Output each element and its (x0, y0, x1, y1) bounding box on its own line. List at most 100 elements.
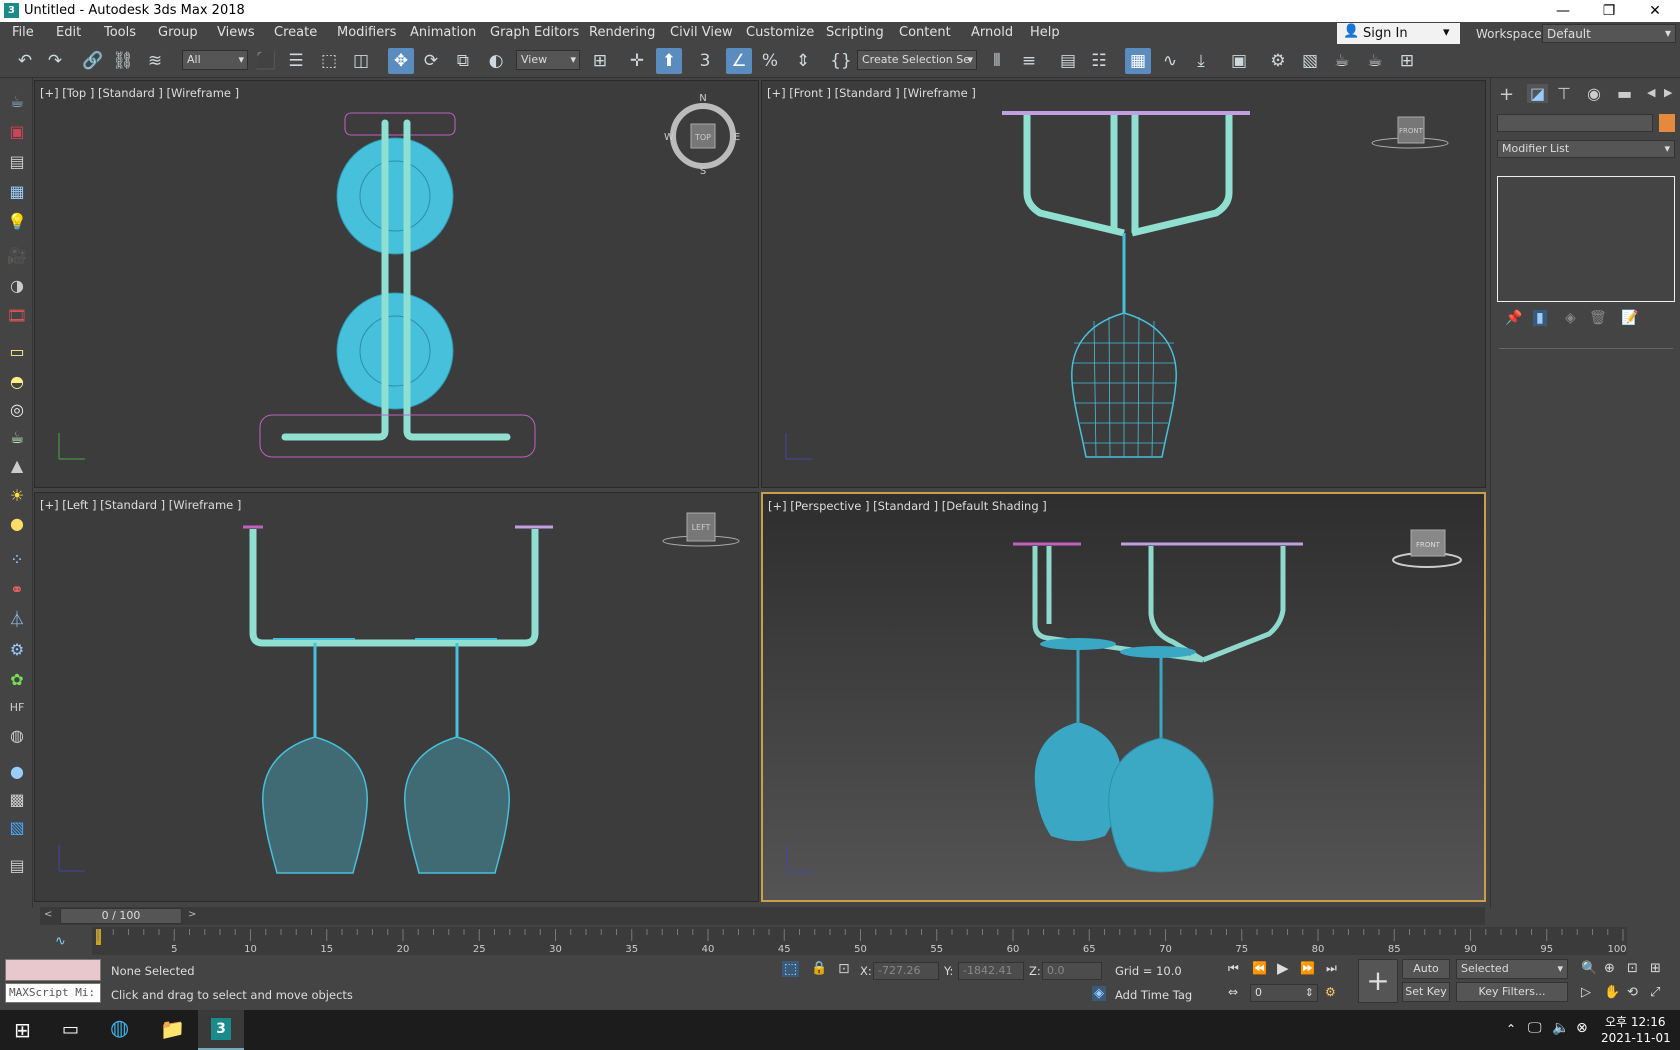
align-icon[interactable]: ≡ (1016, 48, 1042, 74)
pan-view-icon[interactable]: ✋ (1604, 985, 1620, 1000)
render-in-cloud-icon[interactable]: ⊞ (1394, 48, 1420, 74)
plant-icon[interactable]: ✿ (5, 668, 29, 692)
manipulate-icon[interactable]: ✛ (624, 48, 650, 74)
menu-group[interactable]: Group (158, 25, 198, 40)
rendered-frame-window-icon[interactable]: ▧ (1297, 48, 1323, 74)
auto-key-button[interactable]: Auto Key (1402, 959, 1450, 993)
reference-coordinate-dropdown[interactable]: View ▾ (516, 50, 580, 70)
time-configuration-icon[interactable]: ⚙ (1325, 985, 1336, 999)
key-filters-button[interactable]: Key Filters... (1456, 982, 1568, 1002)
maximize-viewport-icon[interactable]: ⤢ (1650, 985, 1660, 1000)
zoom-all-icon[interactable]: ⊕ (1604, 961, 1615, 976)
menu-modifiers[interactable]: Modifiers (337, 25, 396, 40)
time-slider-prev-icon[interactable]: < (44, 909, 52, 920)
grid-icon[interactable]: ▦ (5, 180, 29, 204)
set-key-big-button[interactable]: + (1358, 959, 1398, 1003)
current-frame-field[interactable]: 0 ⇕ (1250, 984, 1318, 1002)
key-selection-dropdown[interactable]: Selected ▾ (1456, 959, 1568, 979)
file-explorer-icon[interactable]: 📁 (160, 1017, 185, 1041)
menu-help[interactable]: Help (1030, 25, 1060, 40)
y-coordinate-field[interactable]: -1842.41 (958, 962, 1024, 980)
time-slider-next-icon[interactable]: > (188, 909, 196, 920)
select-and-rotate-icon[interactable]: ⟳ (418, 48, 444, 74)
create-tab-icon[interactable]: + (1499, 84, 1514, 105)
taskbar-date[interactable]: 2021-11-01 (1601, 1031, 1671, 1045)
cone-icon[interactable]: ▲ (5, 454, 29, 478)
ribbon-toggle-icon[interactable]: ▤ (5, 854, 29, 878)
percent-snap-icon[interactable]: % (757, 48, 783, 74)
particles-icon[interactable]: ⁘ (5, 548, 29, 572)
minimize-icon[interactable]: — (1540, 0, 1586, 22)
play-icon[interactable]: ▶ (1277, 959, 1289, 977)
make-unique-icon[interactable]: ◈ (1565, 310, 1576, 326)
menu-tools[interactable]: Tools (104, 25, 136, 40)
curve-editor-icon[interactable]: ∿ (1157, 48, 1183, 74)
configure-modifier-sets-icon[interactable]: 📝 (1621, 310, 1638, 326)
camera-icon[interactable]: 🎥 (5, 244, 29, 268)
select-and-place-icon[interactable]: ◐ (483, 48, 509, 74)
viewport-perspective[interactable]: [+] [Perspective ] [Standard ] [Default … (761, 492, 1486, 902)
isolate-selection-icon[interactable]: ⬚ (782, 961, 800, 977)
go-to-start-icon[interactable]: ⏮ (1228, 961, 1239, 976)
field-of-view-icon[interactable]: ▷ (1581, 985, 1591, 1000)
ring-icon[interactable]: ◎ (5, 398, 29, 422)
window-crossing-icon[interactable]: ◫ (348, 48, 374, 74)
menu-graph-editors[interactable]: Graph Editors (490, 25, 579, 40)
modify-tab-icon[interactable]: ◪ (1527, 84, 1549, 103)
key-mode-toggle-icon[interactable]: ⇔ (1228, 985, 1238, 999)
undo-icon[interactable]: ↶ (12, 48, 38, 74)
menu-civil-view[interactable]: Civil View (670, 25, 733, 40)
link-icon[interactable]: 🔗 (80, 48, 106, 74)
scene-states-icon[interactable]: ▩ (5, 788, 29, 812)
display-tab-icon[interactable]: ▬ (1617, 84, 1632, 103)
object-color-swatch[interactable] (1659, 114, 1675, 132)
select-by-name-icon[interactable]: ☰ (283, 48, 309, 74)
motion-tab-icon[interactable]: ◉ (1587, 84, 1601, 103)
workspaces-dropdown[interactable]: Default ▾ (1542, 24, 1676, 43)
time-slider-thumb[interactable]: 0 / 100 (60, 908, 182, 924)
redo-icon[interactable]: ↷ (42, 48, 68, 74)
menu-edit[interactable]: Edit (56, 25, 81, 40)
menu-animation[interactable]: Animation (410, 25, 476, 40)
molecule-icon[interactable]: ⚭ (5, 578, 29, 602)
selection-lock-icon[interactable]: 🔒 (811, 961, 827, 976)
unlink-icon[interactable]: ⛓ (110, 48, 136, 74)
previous-frame-icon[interactable]: ⏪ (1252, 961, 1267, 975)
orbit-icon[interactable]: ⟲ (1627, 985, 1638, 1000)
audio-icon[interactable]: ◑ (5, 274, 29, 298)
time-tag-icon[interactable]: ◈ (1092, 986, 1106, 1001)
windows-start-icon[interactable]: ⊞ (14, 1018, 31, 1042)
pivot-center-icon[interactable]: ⊞ (587, 48, 613, 74)
teapot-object-icon[interactable]: ☕ (5, 426, 29, 450)
material-editor-icon[interactable]: ▣ (1226, 48, 1252, 74)
object-name-input[interactable] (1497, 114, 1653, 132)
taskbar-time[interactable]: 오후 12:16 (1605, 1013, 1665, 1030)
gear-icon[interactable]: ⚙ (5, 638, 29, 662)
selection-filter-dropdown[interactable]: All ▾ (182, 50, 248, 70)
time-slider[interactable]: < 0 / 100 > (40, 907, 1485, 925)
absolute-offset-toggle-icon[interactable]: ⊡ (838, 961, 850, 977)
menu-content[interactable]: Content (899, 25, 951, 40)
bind-spacewarp-icon[interactable]: ≋ (142, 48, 168, 74)
material-sphere-icon[interactable]: ● (5, 760, 29, 784)
select-object-icon[interactable]: ⬛ (253, 48, 279, 74)
menu-rendering[interactable]: Rendering (589, 25, 655, 40)
x-coordinate-field[interactable]: -727.26 (873, 962, 939, 980)
angle-snap-icon[interactable]: ∠ (726, 48, 752, 74)
maxscript-listener-pink[interactable] (5, 959, 101, 981)
fabric-icon[interactable]: ◍ (5, 724, 29, 748)
viewport-left[interactable]: [+] [Left ] [Standard ] [Wireframe ] LEF… (34, 492, 759, 902)
menu-arnold[interactable]: Arnold (971, 25, 1013, 40)
maxscript-mini-listener[interactable]: MAXScript Mi: (5, 983, 101, 1003)
document-icon[interactable]: ▤ (5, 150, 29, 174)
tab-scroll-right-icon[interactable]: ▶ (1664, 86, 1672, 99)
snaps-toggle-icon[interactable]: 3 (692, 48, 718, 74)
close-icon[interactable]: ✕ (1632, 0, 1678, 22)
plane-icon[interactable]: ▭ (5, 340, 29, 364)
menu-views[interactable]: Views (217, 25, 255, 40)
edge-browser-icon[interactable]: ◍ (110, 1016, 129, 1041)
tab-scroll-left-icon[interactable]: ◀ (1647, 86, 1655, 99)
sign-in-button[interactable]: 👤 Sign In ▾ (1337, 23, 1460, 44)
viewport-top[interactable]: [+] [Top ] [Standard ] [Wireframe ] TOP … (34, 80, 759, 488)
menu-file[interactable]: File (12, 25, 34, 40)
